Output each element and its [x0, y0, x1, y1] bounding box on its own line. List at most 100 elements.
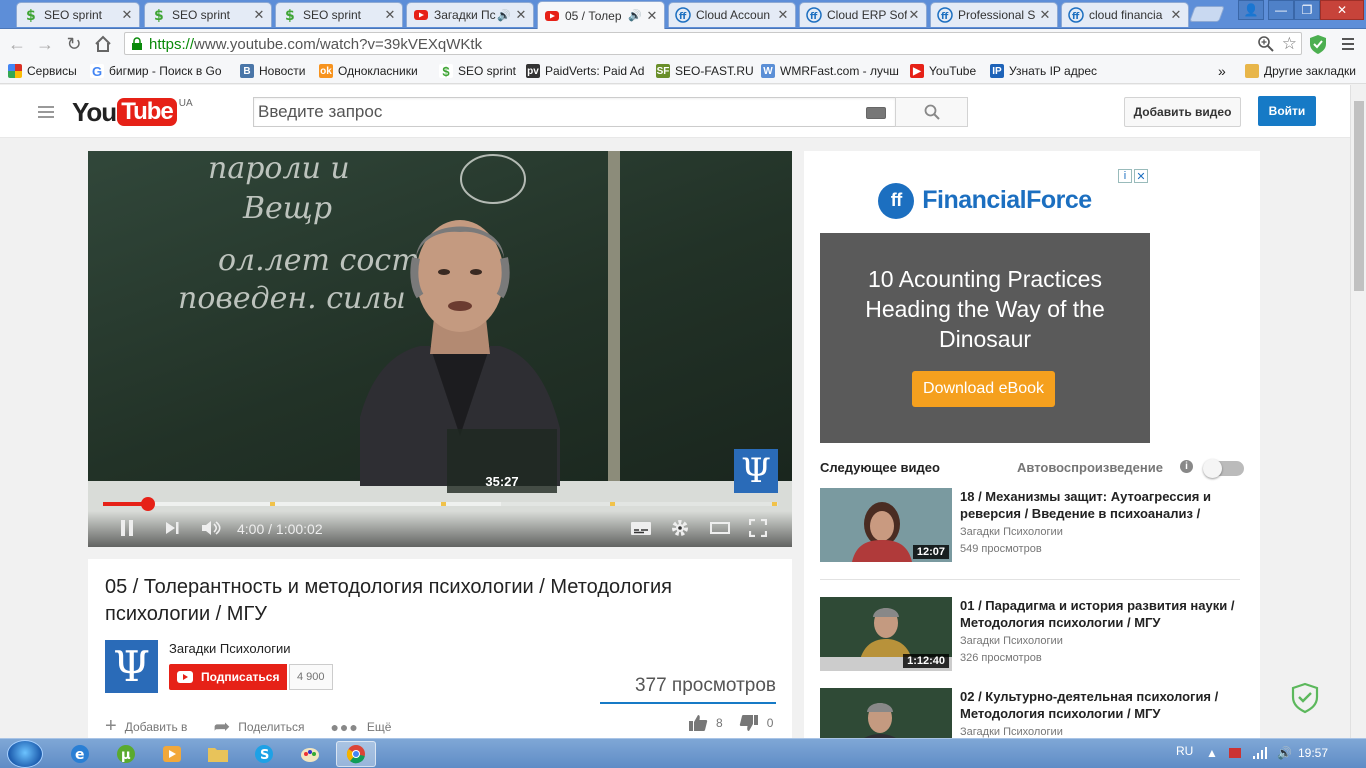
bookmark-seofast[interactable]: SF SEO-FAST.RU	[656, 62, 754, 80]
video-player[interactable]: пароли и Вещр ол.лет состоян поведен. си…	[88, 151, 792, 547]
back-icon[interactable]: ←	[6, 33, 28, 55]
like-button[interactable]: 8	[688, 714, 723, 732]
youtube-logo[interactable]: You Tube UA	[72, 98, 193, 126]
browser-tab-active[interactable]: 05 / Толер 🔊 ✕	[537, 1, 665, 29]
keyboard-icon[interactable]	[866, 107, 886, 119]
close-tab-icon[interactable]: ✕	[252, 7, 266, 23]
autoplay-toggle[interactable]	[1203, 459, 1244, 478]
other-bookmarks[interactable]: Другие закладки	[1245, 62, 1356, 80]
dislike-button[interactable]: 0	[739, 714, 773, 732]
fullscreen-button[interactable]	[746, 516, 770, 540]
reload-icon[interactable]: ↻	[63, 33, 85, 55]
bookmark-wmrfast[interactable]: W WMRFast.com - лучш	[761, 62, 899, 80]
close-window-button[interactable]: ✕	[1320, 0, 1364, 20]
close-tab-icon[interactable]: ✕	[645, 8, 659, 24]
bookmark-news[interactable]: B Новости	[240, 62, 305, 80]
browser-tab[interactable]: $ SEO sprint ✕	[16, 2, 140, 27]
chrome-icon[interactable]	[336, 741, 376, 767]
ad-info-icon[interactable]: i	[1118, 169, 1132, 183]
windows-taskbar: e µ S RU ▲ 🔊 19:57	[0, 738, 1366, 768]
paint-icon[interactable]	[290, 741, 330, 767]
bookmark-services[interactable]: Сервисы	[8, 62, 77, 80]
home-icon[interactable]	[92, 33, 114, 55]
bookmark-paidverts[interactable]: pv PaidVerts: Paid Ad	[526, 62, 644, 80]
close-tab-icon[interactable]: ✕	[776, 7, 790, 23]
settings-gear-icon[interactable]	[668, 516, 692, 540]
channel-avatar[interactable]: Ψ	[105, 640, 158, 693]
related-video[interactable]: 12:07 18 / Механизмы защит: Аутоагрессия…	[820, 488, 1250, 563]
close-tab-icon[interactable]: ✕	[514, 7, 528, 23]
browser-tab[interactable]: $ SEO sprint ✕	[275, 2, 403, 27]
subscribe-button[interactable]: Подписаться	[169, 664, 288, 690]
subtitles-button[interactable]	[629, 516, 653, 540]
tray-expand-icon[interactable]: ▲	[1206, 746, 1218, 760]
next-button[interactable]	[160, 516, 184, 540]
chrome-menu-icon[interactable]	[1338, 34, 1358, 54]
bookmark-odnoklassniki[interactable]: ok Однокласники	[319, 62, 418, 80]
close-tab-icon[interactable]: ✕	[120, 7, 134, 23]
start-button[interactable]	[7, 740, 43, 768]
upload-button[interactable]: Добавить видео	[1124, 97, 1241, 127]
zoom-icon[interactable]	[1257, 35, 1275, 53]
star-icon[interactable]: ☆	[1282, 34, 1297, 54]
volume-button[interactable]	[198, 516, 224, 540]
channel-name[interactable]: Загадки Психологии	[169, 641, 291, 656]
tray-app-icon[interactable]	[1228, 746, 1242, 760]
ad-banner[interactable]: ff FinancialForce i ✕ 10 Acounting Practic…	[820, 168, 1150, 443]
skype-icon[interactable]: S	[244, 741, 284, 767]
bookmark-bigmir[interactable]: Gбигмир - Поиск в Go	[90, 62, 222, 80]
utorrent-icon[interactable]: µ	[106, 741, 146, 767]
explorer-icon[interactable]	[198, 741, 238, 767]
minimize-button[interactable]: —	[1268, 0, 1294, 20]
ad-cta-button[interactable]: Download eBook	[912, 371, 1055, 407]
close-tab-icon[interactable]: ✕	[907, 7, 921, 23]
adguard-shield-icon[interactable]	[1307, 33, 1329, 55]
ad-close-icon[interactable]: ✕	[1134, 169, 1148, 183]
language-indicator[interactable]: RU	[1176, 744, 1193, 758]
pause-button[interactable]	[116, 516, 138, 540]
clock[interactable]: 19:57	[1298, 746, 1328, 760]
more-button[interactable]: ●●● Ещё	[330, 719, 391, 735]
browser-tab[interactable]: ff Cloud ERP Sof ✕	[799, 2, 927, 27]
info-icon[interactable]: i	[1180, 460, 1193, 473]
close-tab-icon[interactable]: ✕	[1038, 7, 1052, 23]
network-icon[interactable]	[1252, 746, 1268, 760]
media-player-icon[interactable]	[152, 741, 192, 767]
channel-watermark[interactable]: Ψ	[734, 449, 778, 493]
theater-mode-button[interactable]	[708, 516, 732, 540]
browser-tab[interactable]: $ SEO sprint ✕	[144, 2, 272, 27]
user-icon[interactable]: 👤	[1238, 0, 1264, 20]
close-tab-icon[interactable]: ✕	[383, 7, 397, 23]
browser-tab[interactable]: ff Professional S ✕	[930, 2, 1058, 27]
bookmark-youtube[interactable]: ▶ YouTube	[910, 62, 976, 80]
browser-tab[interactable]: ff Cloud Accoun ✕	[668, 2, 796, 27]
bookmark-ip[interactable]: IP Узнать IP адрес	[990, 62, 1097, 80]
related-video[interactable]: 1:12:40 01 / Парадигма и история развити…	[820, 597, 1250, 672]
search-button[interactable]	[895, 97, 968, 127]
close-tab-icon[interactable]: ✕	[1169, 7, 1183, 23]
ie-icon[interactable]: e	[60, 741, 100, 767]
new-tab-button[interactable]	[1189, 6, 1225, 22]
video-title: 05 / Толерантность и методология психоло…	[105, 576, 673, 625]
more-bookmarks-button[interactable]: »	[1218, 62, 1226, 80]
adguard-shield-icon[interactable]	[1290, 682, 1320, 714]
scrollbar-thumb[interactable]	[1354, 101, 1364, 291]
volume-tray-icon[interactable]: 🔊	[1277, 746, 1292, 760]
share-button[interactable]: ➦ Поделиться	[213, 714, 304, 739]
search-input[interactable]	[254, 98, 844, 126]
browser-tab[interactable]: ff cloud financia ✕	[1061, 2, 1189, 27]
speaker-icon[interactable]: 🔊	[497, 9, 511, 22]
address-bar[interactable]: https://www.youtube.com/watch?v=39kVEXqW…	[124, 32, 1302, 55]
progress-bar[interactable]	[103, 497, 778, 511]
browser-tab[interactable]: Загадки Пс 🔊 ✕	[406, 2, 534, 27]
bookmark-seosprint[interactable]: $ SEO sprint	[439, 62, 516, 80]
financialforce-icon: ff	[878, 182, 915, 219]
forward-icon[interactable]: →	[34, 33, 56, 55]
page-scrollbar[interactable]	[1350, 85, 1366, 738]
restore-button[interactable]: ❐	[1294, 0, 1320, 20]
add-to-button[interactable]: + Добавить в	[105, 715, 187, 738]
sign-in-button[interactable]: Войти	[1258, 96, 1316, 126]
youtube-icon	[544, 8, 560, 24]
guide-menu-icon[interactable]	[38, 105, 54, 119]
speaker-icon[interactable]: 🔊	[628, 9, 642, 22]
